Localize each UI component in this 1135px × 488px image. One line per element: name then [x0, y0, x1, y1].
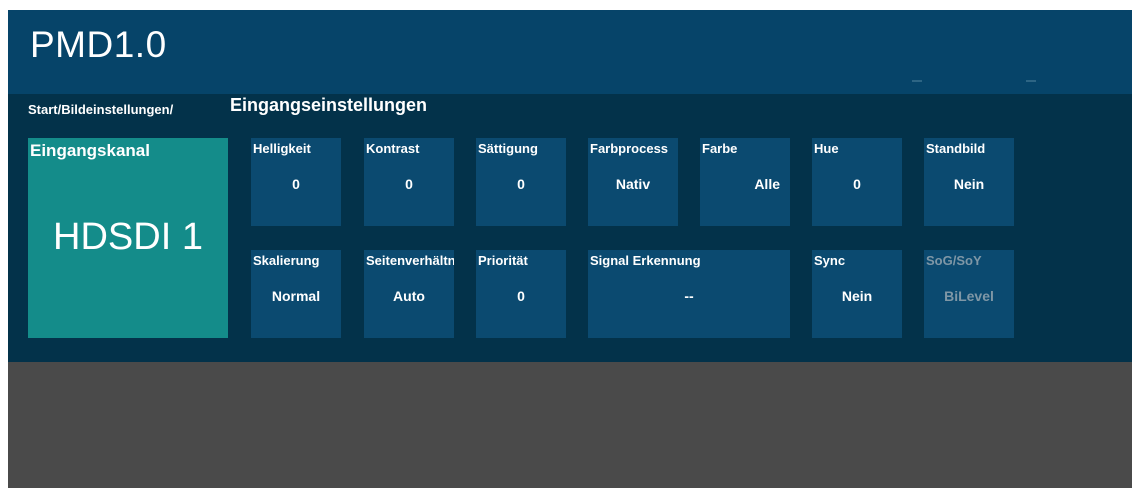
- app-title: PMD1.0: [30, 24, 167, 65]
- tile-value: Nein: [841, 288, 873, 304]
- tile-value: Nein: [953, 176, 985, 192]
- breadcrumb[interactable]: Start/Bildeinstellungen/: [28, 102, 173, 117]
- tile-label: Seitenverhältnis: [366, 253, 454, 268]
- header-divider: [912, 80, 922, 82]
- page-title: Eingangseinstellungen: [230, 95, 428, 115]
- tile-label: Helligkeit: [253, 141, 311, 156]
- tile-value: 0: [292, 176, 300, 192]
- tile-label: Hue: [814, 141, 839, 156]
- input-channel-value: HDSDI 1: [53, 216, 203, 258]
- tile-farbe[interactable]: Farbe Alle: [700, 138, 790, 226]
- input-channel-tile[interactable]: Eingangskanal HDSDI 1: [28, 138, 228, 338]
- tile-label: SoG/SoY: [926, 253, 982, 268]
- tile-value: Normal: [271, 288, 321, 304]
- tile-label: Farbe: [702, 141, 738, 156]
- tile-saettigung[interactable]: Sättigung 0: [476, 138, 566, 226]
- tile-label: Sync: [814, 253, 846, 268]
- tile-value: Alle: [754, 176, 780, 192]
- app-window: PMD1.0 Start/Bildeinstellungen/ Eingangs…: [8, 10, 1132, 488]
- tile-hue[interactable]: Hue 0: [812, 138, 902, 226]
- tile-label: Farbprocess: [590, 141, 669, 156]
- tile-standbild[interactable]: Standbild Nein: [924, 138, 1014, 226]
- tile-signal-erkennung[interactable]: Signal Erkennung --: [588, 250, 790, 338]
- tile-value: Auto: [393, 288, 425, 304]
- tile-label: Skalierung: [253, 253, 320, 268]
- input-channel-label: Eingangskanal: [30, 141, 150, 160]
- tile-value: --: [684, 288, 694, 304]
- tile-label: Kontrast: [366, 141, 420, 156]
- tile-helligkeit[interactable]: Helligkeit 0: [251, 138, 341, 226]
- tile-skalierung[interactable]: Skalierung Normal: [251, 250, 341, 338]
- header-divider: [1026, 80, 1036, 82]
- tile-farbprocess[interactable]: Farbprocess Nativ: [588, 138, 678, 226]
- tile-value: 0: [517, 176, 525, 192]
- tile-value: 0: [853, 176, 861, 192]
- tile-label: Priorität: [478, 253, 528, 268]
- tile-label: Sättigung: [478, 141, 538, 156]
- tile-sync[interactable]: Sync Nein: [812, 250, 902, 338]
- tile-value: 0: [517, 288, 525, 304]
- tile-value: 0: [405, 176, 413, 192]
- tile-label: Standbild: [926, 141, 986, 156]
- tile-value: Nativ: [615, 176, 651, 192]
- header-bar: PMD1.0: [8, 10, 1132, 94]
- tile-value: BiLevel: [944, 288, 994, 304]
- tile-label: Signal Erkennung: [590, 253, 701, 268]
- tile-seitenverhaeltnis[interactable]: Seitenverhältnis Auto: [364, 250, 454, 338]
- tile-kontrast[interactable]: Kontrast 0: [364, 138, 454, 226]
- tile-prioritaet[interactable]: Priorität 0: [476, 250, 566, 338]
- tile-sog-soy: SoG/SoY BiLevel: [924, 250, 1014, 338]
